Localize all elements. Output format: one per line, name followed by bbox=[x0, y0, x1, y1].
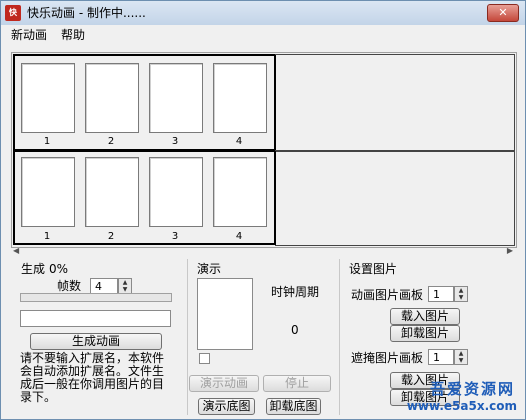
frame-number: 2 bbox=[107, 136, 115, 147]
frame-slot[interactable] bbox=[85, 63, 139, 133]
frame-slot[interactable] bbox=[21, 157, 75, 227]
window-title: 快乐动画 - 制作中...... bbox=[27, 6, 146, 20]
demo-scroll-box[interactable] bbox=[199, 353, 210, 364]
filename-input[interactable] bbox=[20, 310, 171, 327]
mask-board-label: 遮掩图片画板 bbox=[351, 351, 424, 365]
clock-period-value: 0 bbox=[291, 323, 299, 337]
frame-strip-1-empty bbox=[275, 54, 515, 152]
scroll-left-icon[interactable]: ◀ bbox=[13, 246, 19, 255]
frames-stepper[interactable]: ▲ ▼ bbox=[118, 278, 132, 294]
frame-number: 1 bbox=[43, 231, 51, 242]
generate-description: 请不要输入扩展名，本软件会自动添加扩展名。文件生成后一般在你调用图片的目录下。 bbox=[20, 351, 165, 404]
load-image-button[interactable]: 载入图片 bbox=[390, 308, 460, 325]
unload-image-button[interactable]: 卸载图片 bbox=[390, 325, 460, 342]
watermark-url: www.e5a5x.com bbox=[406, 399, 517, 413]
app-icon: 快 bbox=[5, 5, 21, 21]
close-button[interactable]: ✕ bbox=[487, 4, 519, 22]
stop-button[interactable]: 停止 bbox=[263, 375, 331, 392]
clock-period-label: 时钟周期 bbox=[271, 285, 320, 299]
title-bar[interactable]: 快 快乐动画 - 制作中...... ✕ bbox=[1, 1, 525, 25]
frame-slot[interactable] bbox=[213, 157, 267, 227]
frame-strip-2-empty bbox=[275, 150, 515, 246]
mask-board-input[interactable]: 1 bbox=[428, 349, 454, 365]
animation-canvas: 1 2 3 4 1 2 3 4 bbox=[11, 52, 517, 248]
divider bbox=[187, 259, 188, 415]
stepper-up-icon[interactable]: ▲ bbox=[455, 350, 467, 357]
frame-slot[interactable] bbox=[21, 63, 75, 133]
frame-slot[interactable] bbox=[149, 157, 203, 227]
frames-label: 帧数 bbox=[57, 279, 82, 293]
stepper-up-icon[interactable]: ▲ bbox=[119, 279, 131, 286]
frame-slot[interactable] bbox=[85, 157, 139, 227]
stepper-down-icon[interactable]: ▼ bbox=[455, 294, 467, 301]
generate-progress-bar bbox=[20, 293, 172, 302]
generate-progress-text: 0% bbox=[49, 262, 69, 276]
mask-board-stepper[interactable]: ▲ ▼ bbox=[454, 349, 468, 365]
frame-number: 3 bbox=[171, 136, 179, 147]
frame-number: 4 bbox=[235, 231, 243, 242]
settings-section-label: 设置图片 bbox=[349, 262, 398, 276]
horizontal-scrollbar[interactable]: ◀ ▶ bbox=[13, 246, 513, 255]
frames-input[interactable]: 4 bbox=[90, 278, 118, 294]
stepper-up-icon[interactable]: ▲ bbox=[455, 287, 467, 294]
app-window: 快 快乐动画 - 制作中...... ✕ 新动画 帮助 1 2 3 4 1 2 … bbox=[0, 0, 526, 420]
divider bbox=[339, 259, 340, 415]
frame-slot[interactable] bbox=[149, 63, 203, 133]
anim-board-label: 动画图片画板 bbox=[351, 288, 424, 302]
frame-number: 2 bbox=[107, 231, 115, 242]
stepper-down-icon[interactable]: ▼ bbox=[119, 286, 131, 293]
play-animation-button[interactable]: 演示动画 bbox=[189, 375, 259, 392]
menu-new-animation[interactable]: 新动画 bbox=[11, 28, 47, 42]
anim-board-input[interactable]: 1 bbox=[428, 286, 454, 302]
demo-preview bbox=[197, 278, 253, 350]
frame-number: 1 bbox=[43, 136, 51, 147]
stepper-down-icon[interactable]: ▼ bbox=[455, 357, 467, 364]
frame-number: 3 bbox=[171, 231, 179, 242]
demo-section-label: 演示 bbox=[197, 262, 222, 276]
watermark-title: 吾爱资源网 bbox=[429, 380, 515, 398]
menu-help[interactable]: 帮助 bbox=[61, 28, 85, 42]
scroll-right-icon[interactable]: ▶ bbox=[507, 246, 513, 255]
unload-background-button[interactable]: 卸载底图 bbox=[266, 398, 321, 415]
generate-animation-button[interactable]: 生成动画 bbox=[30, 333, 162, 350]
generate-status-label: 生成 bbox=[21, 262, 46, 276]
menu-bar: 新动画 帮助 bbox=[1, 25, 525, 45]
frame-number: 4 bbox=[235, 136, 243, 147]
demo-background-button[interactable]: 演示底图 bbox=[198, 398, 255, 415]
frame-slot[interactable] bbox=[213, 63, 267, 133]
anim-board-stepper[interactable]: ▲ ▼ bbox=[454, 286, 468, 302]
